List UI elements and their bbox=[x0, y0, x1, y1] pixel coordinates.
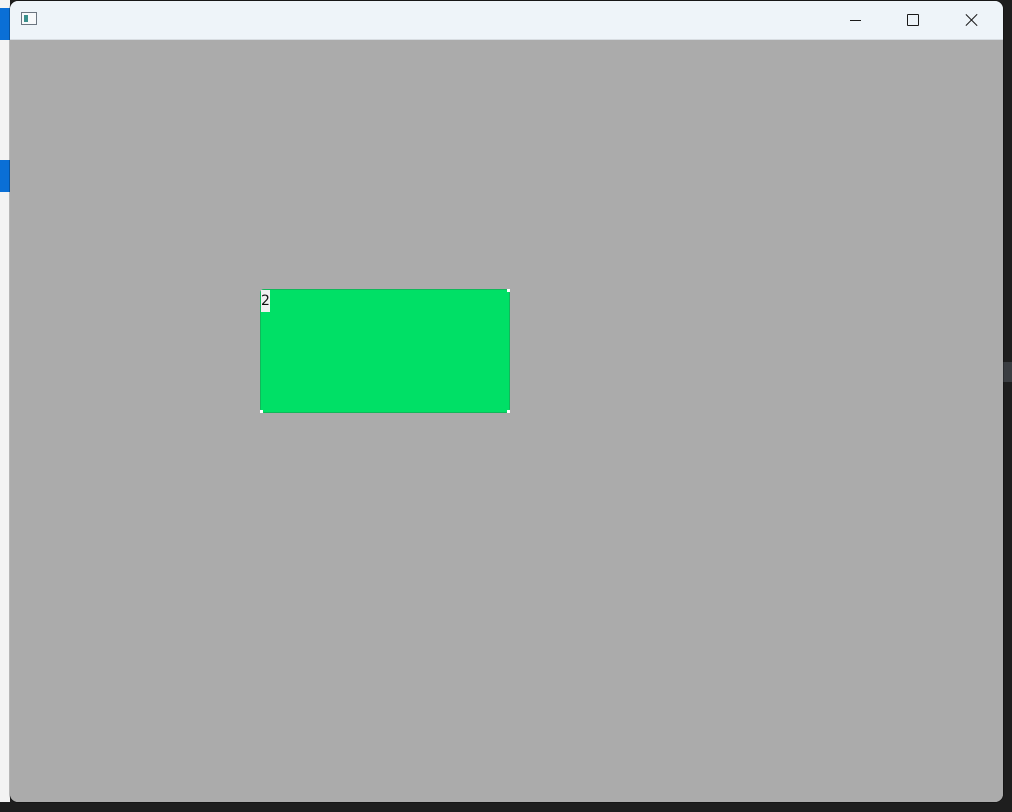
resize-handle-bottom-left[interactable] bbox=[260, 410, 263, 413]
background-editor-fragment bbox=[1003, 56, 1012, 70]
background-accent-bar bbox=[0, 160, 10, 192]
title-bar[interactable] bbox=[10, 1, 1003, 40]
background-editor-fragment bbox=[1003, 102, 1012, 116]
close-button[interactable] bbox=[943, 1, 1001, 39]
background-editor-fragment bbox=[1003, 362, 1012, 382]
background-accent-bar bbox=[0, 8, 10, 40]
maximize-button[interactable] bbox=[884, 1, 942, 39]
minimize-button[interactable] bbox=[826, 1, 884, 39]
app-window: 2 bbox=[10, 1, 1003, 802]
green-rectangle-item[interactable]: 2 bbox=[260, 289, 510, 413]
minimize-icon bbox=[849, 19, 861, 21]
background-window-left-edge bbox=[0, 0, 10, 812]
resize-handle-top-right[interactable] bbox=[507, 289, 510, 292]
resize-handle-bottom-right[interactable] bbox=[507, 410, 510, 413]
drawing-canvas[interactable]: 2 bbox=[10, 40, 1003, 802]
app-window-icon bbox=[21, 12, 37, 25]
item-number-label: 2 bbox=[261, 290, 270, 312]
close-icon bbox=[965, 13, 979, 27]
background-editor-bottom-edge bbox=[0, 802, 1012, 812]
background-editor-right-edge bbox=[1003, 0, 1012, 812]
maximize-icon bbox=[907, 14, 919, 26]
